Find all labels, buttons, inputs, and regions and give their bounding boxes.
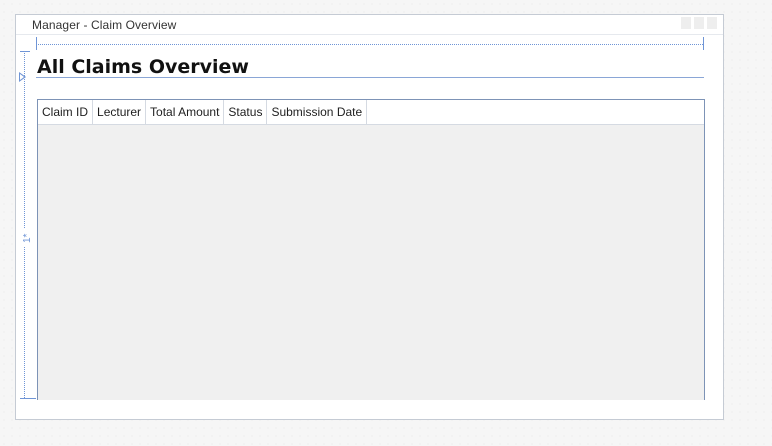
- close-button[interactable]: [707, 17, 717, 29]
- window-caption-buttons: [681, 17, 717, 29]
- column-adorner-tick-right: [703, 37, 704, 50]
- grid-header-row: Claim ID Lecturer Total Amount Status Su…: [38, 100, 704, 125]
- grid-row-arrow-icon-inner: [20, 74, 24, 80]
- column-header-total-amount[interactable]: Total Amount: [146, 100, 225, 124]
- grid-header-filler: [367, 100, 704, 124]
- column-header-lecturer[interactable]: Lecturer: [93, 100, 147, 124]
- row-adorner-tick-top: [20, 51, 30, 52]
- row-adorner-tick-bottom: [20, 398, 36, 399]
- claim-overview-window: Manager - Claim Overview 1* All Claims O…: [15, 14, 724, 420]
- claims-data-grid[interactable]: Claim ID Lecturer Total Amount Status Su…: [37, 99, 705, 400]
- window-title: Manager - Claim Overview: [32, 18, 177, 32]
- window-titlebar[interactable]: Manager - Claim Overview: [16, 15, 723, 35]
- column-header-status[interactable]: Status: [224, 100, 268, 124]
- column-header-claim-id[interactable]: Claim ID: [38, 100, 94, 124]
- maximize-button[interactable]: [694, 17, 704, 29]
- column-header-submission-date[interactable]: Submission Date: [267, 100, 368, 124]
- column-adorner-tick-left: [36, 37, 37, 50]
- grid-body[interactable]: [38, 125, 704, 400]
- row-adorner-line: [24, 51, 25, 398]
- minimize-button[interactable]: [681, 17, 691, 29]
- column-adorner-line: [36, 44, 703, 45]
- page-title: All Claims Overview: [37, 56, 249, 78]
- row-size-marker[interactable]: 1*: [19, 229, 33, 247]
- title-underline: [36, 77, 704, 78]
